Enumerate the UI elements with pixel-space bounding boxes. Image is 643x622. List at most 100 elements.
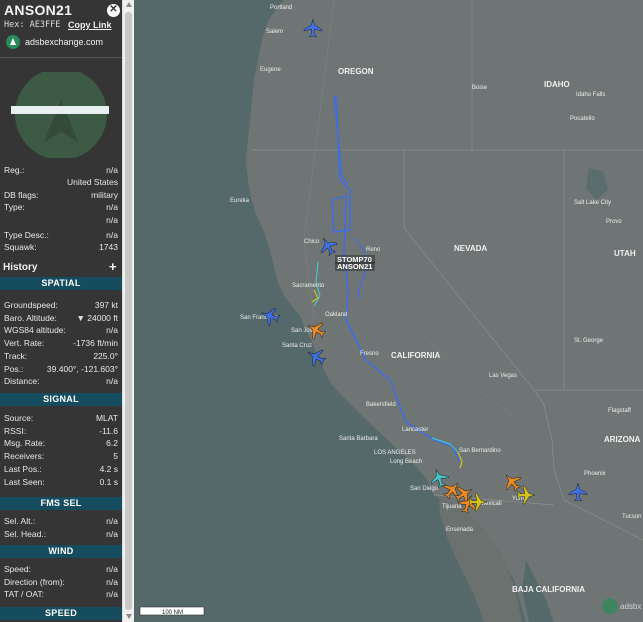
expand-plus-icon[interactable]: + <box>109 259 117 274</box>
state-label: OREGON <box>338 67 374 76</box>
city-label: Oakland <box>325 312 347 318</box>
state-label: IDAHO <box>544 80 570 89</box>
info-key: Type Desc.: <box>4 230 49 240</box>
fms-key: Sel. Alt.: <box>4 516 36 526</box>
signal-row: Source: MLAT <box>4 413 118 424</box>
signal-key: Msg. Rate: <box>4 438 46 449</box>
info-row: Type: n/a <box>4 202 118 213</box>
section-header-wind[interactable]: WIND <box>0 545 122 558</box>
section-header-signal[interactable]: SIGNAL <box>0 393 122 406</box>
spatial-row: Pos.: 39.400°, -121.603° <box>4 364 118 375</box>
section-header-spatial[interactable]: SPATIAL <box>0 277 122 290</box>
city-label: Provo <box>606 219 622 225</box>
spatial-row: Vert. Rate: -1736 ft/min <box>4 338 118 349</box>
fms-value: n/a <box>106 528 118 539</box>
scroll-down-icon[interactable] <box>126 614 132 619</box>
city-label: San Diego <box>410 486 439 492</box>
divider <box>0 57 122 58</box>
city-label: Tucson <box>622 514 641 520</box>
copy-link-button[interactable]: Copy Link <box>68 20 112 30</box>
map-view[interactable]: OREGON IDAHO NEVADA UTAH CALIFORNIA ARIZ… <box>134 0 643 622</box>
city-label: Las Vegas <box>489 373 517 379</box>
city-label: LOS ANGELES <box>374 450 416 456</box>
spatial-value: n/a <box>106 325 118 336</box>
spatial-key: Vert. Rate: <box>4 338 45 349</box>
wind-row: Direction (from): n/a <box>4 577 118 588</box>
signal-key: Receivers: <box>4 451 45 462</box>
city-label: Santa Cruz <box>282 343 312 349</box>
city-label: Boise <box>472 85 488 91</box>
city-label: Ensenada <box>446 527 474 533</box>
spatial-row: Baro. Altitude: ▼ 24000 ft <box>4 313 118 324</box>
info-value: 1743 <box>99 242 118 252</box>
aircraft-photo-placeholder <box>4 68 118 160</box>
scrollbar-thumb[interactable] <box>125 12 132 610</box>
info-value: United States <box>66 177 118 187</box>
photo-bar <box>11 106 109 114</box>
city-label: Lancaster <box>402 427 428 433</box>
city-label: Reno <box>366 247 381 253</box>
city-label: Pocatello <box>570 116 595 122</box>
info-value: n/a <box>106 230 118 240</box>
wind-value: n/a <box>106 576 118 587</box>
adsbexchange-link-text: adsbexchange.com <box>25 37 104 47</box>
city-label: Eureka <box>230 198 250 204</box>
adsbx-watermark-icon <box>602 598 618 614</box>
scroll-up-icon[interactable] <box>126 2 132 7</box>
info-row: n/a <box>4 215 118 226</box>
city-label: Salem <box>266 29 283 35</box>
info-key: DB flags: <box>4 190 39 200</box>
signal-value: -11.6 <box>99 425 118 436</box>
info-value: n/a <box>106 165 118 175</box>
fms-row: Sel. Alt.: n/a <box>4 516 118 527</box>
wind-row: Speed: n/a <box>4 564 118 575</box>
city-label: Eugene <box>260 67 281 73</box>
section-header-speed[interactable]: SPEED <box>0 607 122 620</box>
spatial-value: 225.0° <box>93 350 118 361</box>
signal-key: Last Seen: <box>4 476 45 487</box>
spatial-row: Track: 225.0° <box>4 351 118 362</box>
aircraft-callsign: ANSON21 <box>4 2 73 18</box>
signal-value: 0.1 s <box>99 476 118 487</box>
wind-row: TAT / OAT: n/a <box>4 589 118 600</box>
signal-row: RSSI: -11.6 <box>4 426 118 437</box>
info-row: Type Desc.: n/a <box>4 230 118 241</box>
section-header-fms[interactable]: FMS SEL <box>0 497 122 510</box>
city-label: Long Beach <box>390 459 422 465</box>
signal-key: Last Pos.: <box>4 463 42 474</box>
signal-value: 4.2 s <box>99 463 118 474</box>
spatial-key: Groundspeed: <box>4 300 58 310</box>
state-label: NEVADA <box>454 244 487 253</box>
signal-value: 5 <box>113 451 118 462</box>
spatial-row: WGS84 altitude: n/a <box>4 325 118 336</box>
fms-value: n/a <box>106 516 118 526</box>
city-label: Fresno <box>360 351 379 357</box>
spatial-value: 397 kt <box>94 300 118 310</box>
spatial-row: Groundspeed: 397 kt <box>4 300 118 311</box>
city-label: Portland <box>270 5 292 11</box>
fms-row: Sel. Head.: n/a <box>4 529 118 540</box>
spatial-key: WGS84 altitude: <box>4 325 66 336</box>
signal-row: Last Seen: 0.1 s <box>4 477 118 488</box>
signal-value: MLAT <box>95 413 118 423</box>
signal-value: 6.2 <box>106 438 118 449</box>
info-key: Reg.: <box>4 165 25 175</box>
spatial-value: 39.400°, -121.603° <box>46 363 118 374</box>
sidebar-scrollbar[interactable] <box>122 0 134 622</box>
adsbexchange-link[interactable]: adsbexchange.com <box>6 34 103 50</box>
city-label: Salt Lake City <box>574 200 611 206</box>
aircraft-callouts: STOMP70 ANSON21 <box>335 255 375 271</box>
callout-anson21[interactable]: ANSON21 <box>337 262 372 271</box>
state-label: CALIFORNIA <box>391 351 441 360</box>
close-icon[interactable]: ✕ <box>107 4 120 17</box>
signal-row: Msg. Rate: 6.2 <box>4 438 118 449</box>
spatial-key: Distance: <box>4 376 40 387</box>
info-row: United States <box>4 177 118 188</box>
wind-key: TAT / OAT: <box>4 589 44 600</box>
state-label: ARIZONA <box>604 435 641 444</box>
city-label: Sacramento <box>292 283 325 289</box>
info-key: Type: <box>4 202 25 212</box>
signal-row: Receivers: 5 <box>4 451 118 462</box>
aircraft-info-sidebar: ANSON21 ✕ Hex: AE3FFE Copy Link adsbexch… <box>0 0 122 622</box>
history-label[interactable]: History <box>3 262 37 273</box>
